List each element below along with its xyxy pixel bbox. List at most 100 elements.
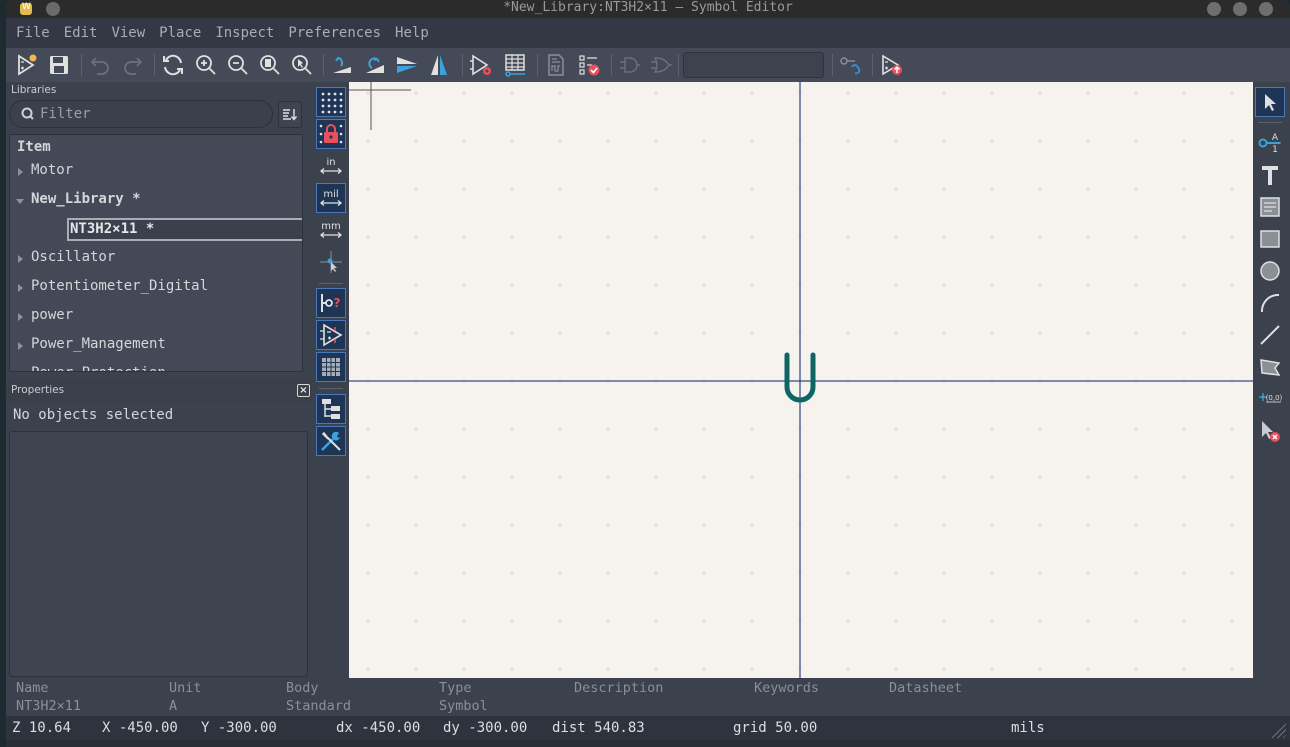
pin-table-button[interactable] bbox=[502, 52, 528, 78]
grid-point bbox=[750, 619, 754, 623]
library-filter[interactable] bbox=[9, 100, 273, 128]
info-header-unit: Unit bbox=[169, 680, 202, 696]
grid-point bbox=[1038, 523, 1042, 527]
tools-icon bbox=[321, 431, 341, 451]
units-inches-button[interactable]: in bbox=[316, 151, 346, 181]
expand-icon[interactable] bbox=[18, 342, 23, 350]
grid-point bbox=[462, 667, 466, 671]
redo-button[interactable] bbox=[120, 52, 146, 78]
mirror-horizontal-button[interactable] bbox=[426, 52, 452, 78]
add-arc-button[interactable] bbox=[1255, 288, 1285, 318]
full-crosshair-button[interactable] bbox=[316, 247, 346, 277]
rotate-cw-button[interactable] bbox=[362, 52, 388, 78]
menu-file[interactable]: File bbox=[16, 25, 50, 41]
save-button[interactable] bbox=[46, 52, 72, 78]
units-mils-button[interactable]: mil bbox=[316, 183, 346, 213]
new-symbol-button[interactable] bbox=[14, 52, 40, 78]
grid-point bbox=[510, 283, 514, 287]
grid-point bbox=[846, 619, 850, 623]
toggle-grid-button[interactable] bbox=[316, 87, 346, 117]
menu-preferences[interactable]: Preferences bbox=[288, 25, 381, 41]
maximize-button[interactable] bbox=[1233, 2, 1247, 16]
grid-point bbox=[558, 427, 562, 431]
zoom-in-button[interactable] bbox=[193, 52, 219, 78]
add-circle-button[interactable] bbox=[1255, 256, 1285, 286]
datasheet-button[interactable] bbox=[543, 52, 569, 78]
symbol-properties-button[interactable] bbox=[468, 52, 494, 78]
expand-icon[interactable] bbox=[18, 284, 23, 292]
unit-selector-dropdown[interactable] bbox=[683, 52, 824, 78]
menu-help[interactable]: Help bbox=[395, 25, 429, 41]
mirror-vertical-button[interactable] bbox=[394, 52, 420, 78]
expand-icon[interactable] bbox=[18, 371, 23, 372]
add-rectangle-button[interactable] bbox=[1255, 224, 1285, 254]
close-icon[interactable]: × bbox=[297, 384, 310, 397]
tree-item-oscillator[interactable]: Oscillator bbox=[10, 248, 302, 270]
refresh-button[interactable] bbox=[160, 52, 186, 78]
menu-edit[interactable]: Edit bbox=[64, 25, 98, 41]
grid-point bbox=[846, 187, 850, 191]
show-pin-electrical-type-button[interactable]: ? bbox=[316, 288, 346, 318]
add-line-button[interactable] bbox=[1255, 320, 1285, 350]
grid-point bbox=[606, 667, 610, 671]
expand-icon[interactable] bbox=[18, 255, 23, 263]
circle-icon bbox=[1260, 261, 1280, 281]
show-hidden-pins-button[interactable] bbox=[316, 320, 346, 350]
table-icon bbox=[322, 358, 340, 376]
grid-point bbox=[1230, 667, 1234, 671]
grid-point bbox=[1038, 331, 1042, 335]
resize-grip[interactable] bbox=[1268, 720, 1286, 738]
select-tool-button[interactable] bbox=[1255, 87, 1285, 117]
add-pin-button[interactable]: A1 bbox=[1255, 127, 1285, 157]
sort-button[interactable] bbox=[278, 101, 302, 128]
show-libraries-panel-button[interactable] bbox=[316, 394, 346, 424]
tree-item-potentiometer-digital[interactable]: Potentiometer_Digital bbox=[10, 277, 302, 299]
grid-point bbox=[1182, 331, 1186, 335]
expand-icon[interactable] bbox=[18, 168, 23, 176]
add-polygon-button[interactable] bbox=[1255, 352, 1285, 382]
zoom-fit-button[interactable] bbox=[257, 52, 283, 78]
tree-item-power-management[interactable]: Power_Management bbox=[10, 335, 302, 357]
grid-point bbox=[1086, 571, 1090, 575]
menu-place[interactable]: Place bbox=[159, 25, 201, 41]
add-to-schematic-button[interactable] bbox=[878, 52, 904, 78]
undo-button[interactable] bbox=[87, 52, 113, 78]
sync-pins-button[interactable] bbox=[838, 52, 864, 78]
drawing-canvas[interactable] bbox=[349, 82, 1253, 678]
expand-icon[interactable] bbox=[18, 313, 23, 321]
menu-view[interactable]: View bbox=[111, 25, 145, 41]
zoom-out-button[interactable] bbox=[225, 52, 251, 78]
tree-item-new-library[interactable]: New_Library * bbox=[10, 190, 302, 212]
rotate-ccw-button[interactable] bbox=[329, 52, 355, 78]
svg-text:?: ? bbox=[334, 296, 341, 310]
add-textbox-button[interactable] bbox=[1255, 192, 1285, 222]
grid-override-button[interactable] bbox=[316, 119, 346, 149]
grid-point bbox=[606, 427, 610, 431]
minimize-button[interactable] bbox=[1207, 2, 1221, 16]
grid-point bbox=[846, 283, 850, 287]
add-text-button[interactable] bbox=[1255, 160, 1285, 190]
grid-point bbox=[366, 475, 370, 479]
de-morgan-standard-button[interactable] bbox=[617, 52, 643, 78]
tree-item-motor[interactable]: Motor bbox=[10, 161, 302, 183]
filter-input[interactable] bbox=[40, 104, 260, 124]
delete-tool-button[interactable] bbox=[1255, 416, 1285, 446]
set-anchor-button[interactable]: (0,0) bbox=[1255, 383, 1285, 413]
collapse-icon[interactable] bbox=[16, 199, 24, 204]
symbol-checker-button[interactable] bbox=[576, 52, 602, 78]
de-morgan-alternate-button[interactable] bbox=[648, 52, 674, 78]
show-properties-panel-button[interactable] bbox=[316, 352, 346, 382]
tree-item-power-protection[interactable]: Power_Protection bbox=[10, 364, 302, 372]
units-mm-button[interactable]: mm bbox=[316, 215, 346, 245]
zoom-fit-icon bbox=[260, 55, 280, 75]
show-properties-manager-button[interactable] bbox=[316, 426, 346, 456]
close-button[interactable] bbox=[1259, 2, 1273, 16]
tree-item-nt3h2x11-selected[interactable]: NT3H2×11 * bbox=[67, 218, 302, 241]
zoom-selection-button[interactable] bbox=[289, 52, 315, 78]
grid-point bbox=[414, 187, 418, 191]
tree-item-power[interactable]: power bbox=[10, 306, 302, 328]
menu-inspect[interactable]: Inspect bbox=[215, 25, 274, 41]
info-value-unit: A bbox=[169, 698, 178, 714]
grid-point bbox=[414, 283, 418, 287]
grid-point bbox=[510, 139, 514, 143]
